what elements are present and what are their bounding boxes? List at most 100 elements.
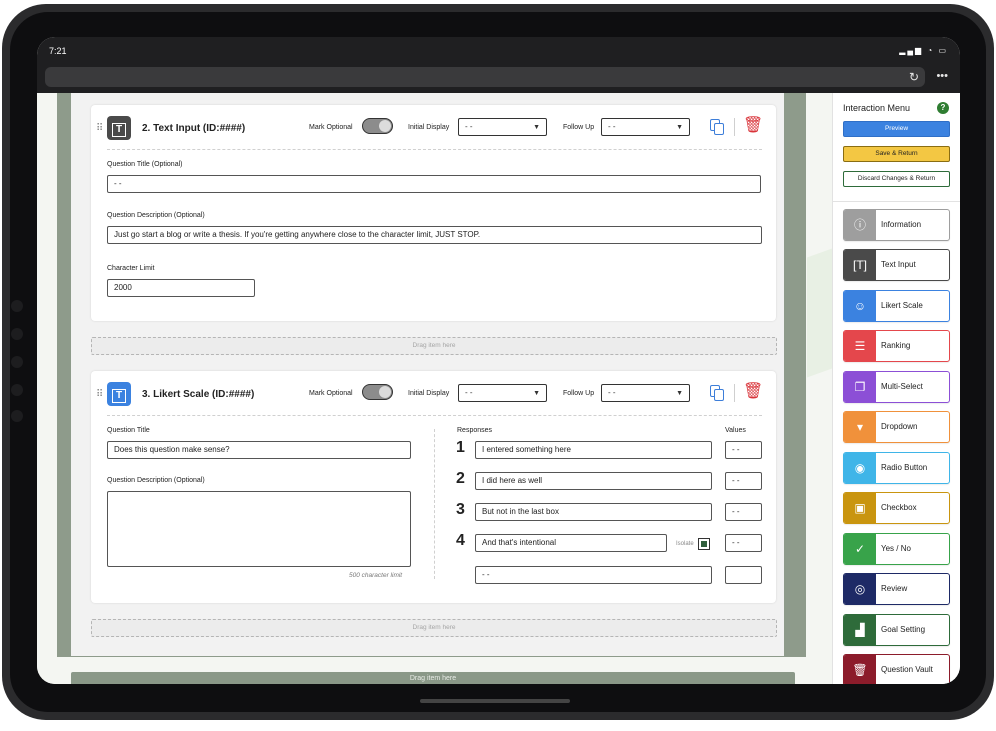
tool-dropdown[interactable]: ▾ Dropdown bbox=[843, 411, 950, 443]
yes-no-icon: ✓ bbox=[844, 534, 876, 564]
tool-text-input[interactable]: [T] Text Input bbox=[843, 249, 950, 281]
drag-handle-icon[interactable]: ⠿ bbox=[96, 123, 103, 134]
preview-button[interactable]: Preview bbox=[843, 121, 950, 137]
question-title: 3. Likert Scale (ID:####) bbox=[142, 389, 255, 400]
divider bbox=[734, 118, 735, 136]
value-input[interactable]: - - bbox=[725, 441, 762, 459]
tool-goal-setting[interactable]: ▟ Goal Setting bbox=[843, 614, 950, 646]
tool-information[interactable]: ⓘ Information bbox=[843, 209, 950, 241]
response-input[interactable]: And that's intentional bbox=[475, 534, 667, 552]
divider bbox=[833, 201, 960, 202]
response-number: 2 bbox=[456, 470, 465, 487]
response-input[interactable]: But not in the last box bbox=[475, 503, 712, 521]
copy-icon[interactable] bbox=[710, 119, 724, 135]
tool-label: Dropdown bbox=[881, 422, 918, 431]
follow-up-value: - - bbox=[608, 388, 616, 397]
tool-radio-button[interactable]: ◉ Radio Button bbox=[843, 452, 950, 484]
mark-optional-toggle[interactable] bbox=[362, 384, 393, 400]
home-indicator bbox=[420, 699, 570, 703]
follow-up-select[interactable]: - - ▼ bbox=[601, 384, 690, 402]
value-input[interactable] bbox=[725, 566, 762, 584]
initial-display-select[interactable]: - - ▼ bbox=[458, 384, 547, 402]
question-title-input[interactable]: - - bbox=[107, 175, 761, 193]
character-limit-hint: 500 character limit bbox=[349, 572, 403, 579]
likert-scale-icon: T bbox=[107, 382, 131, 406]
copy-icon[interactable] bbox=[710, 385, 724, 401]
browser-toolbar: ↻ ••• bbox=[37, 65, 960, 93]
text-input-icon: [T] bbox=[844, 250, 876, 280]
tool-label: Likert Scale bbox=[881, 301, 923, 310]
follow-up-label: Follow Up bbox=[563, 124, 595, 131]
response-input[interactable]: - - bbox=[475, 566, 712, 584]
initial-display-label: Initial Display bbox=[408, 124, 450, 131]
discard-return-button[interactable]: Discard Changes & Return bbox=[843, 171, 950, 187]
screen: 7:21 ▂▄▆ ◔ ▭ ↻ ••• ⠿ T 2. Text Input (ID… bbox=[37, 37, 960, 684]
drop-zone[interactable]: Drag item here bbox=[71, 672, 795, 684]
tool-review[interactable]: ◎ Review bbox=[843, 573, 950, 605]
tool-label: Checkbox bbox=[881, 503, 917, 512]
camera-dot bbox=[11, 328, 23, 340]
vault-icon: 🗑 bbox=[844, 655, 876, 684]
question-card-text-input: ⠿ T 2. Text Input (ID:####) Mark Optiona… bbox=[91, 105, 776, 321]
divider bbox=[734, 384, 735, 402]
mark-optional-toggle[interactable] bbox=[362, 118, 393, 134]
question-description-label: Question Description (Optional) bbox=[107, 212, 205, 219]
multi-select-icon: ❐ bbox=[844, 372, 876, 402]
follow-up-value: - - bbox=[608, 122, 616, 131]
value-input[interactable]: - - bbox=[725, 503, 762, 521]
tool-checkbox[interactable]: ▣ Checkbox bbox=[843, 492, 950, 524]
reload-icon[interactable]: ↻ bbox=[909, 70, 919, 84]
save-return-button[interactable]: Save & Return bbox=[843, 146, 950, 162]
background-decoration bbox=[807, 228, 832, 378]
checkbox-icon: ▣ bbox=[844, 493, 876, 523]
value-input[interactable]: - - bbox=[725, 472, 762, 490]
tool-label: Review bbox=[881, 584, 908, 593]
response-number: 3 bbox=[456, 501, 465, 518]
response-input[interactable]: I did here as well bbox=[475, 472, 712, 490]
question-title-input[interactable]: Does this question make sense? bbox=[107, 441, 411, 459]
mark-optional-label: Mark Optional bbox=[309, 390, 353, 397]
toggle-knob bbox=[379, 386, 391, 398]
ranking-icon: ☰ bbox=[844, 331, 876, 361]
camera-dot bbox=[11, 384, 23, 396]
response-input[interactable]: I entered something here bbox=[475, 441, 712, 459]
trash-icon[interactable]: 🗑 bbox=[743, 118, 763, 134]
review-icon: ◎ bbox=[844, 574, 876, 604]
tool-label: Radio Button bbox=[881, 463, 928, 472]
tool-label: Multi-Select bbox=[881, 382, 923, 391]
drop-zone[interactable]: Drag item here bbox=[91, 619, 777, 637]
trash-icon[interactable]: 🗑 bbox=[743, 384, 763, 400]
initial-display-label: Initial Display bbox=[408, 390, 450, 397]
question-title-label: Question Title bbox=[107, 427, 150, 434]
value-input[interactable]: - - bbox=[725, 534, 762, 552]
tool-label: Yes / No bbox=[881, 544, 911, 553]
drop-zone[interactable]: Drag item here bbox=[91, 337, 777, 355]
tool-multi-select[interactable]: ❐ Multi-Select bbox=[843, 371, 950, 403]
follow-up-select[interactable]: - - ▼ bbox=[601, 118, 690, 136]
dropdown-icon: ▾ bbox=[844, 412, 876, 442]
chevron-down-icon: ▼ bbox=[676, 124, 683, 131]
drag-handle-icon[interactable]: ⠿ bbox=[96, 389, 103, 400]
tool-question-vault[interactable]: 🗑 Question Vault bbox=[843, 654, 950, 684]
radio-icon: ◉ bbox=[844, 453, 876, 483]
question-title-label: Question Title (Optional) bbox=[107, 161, 183, 168]
question-description-input[interactable]: Just go start a blog or write a thesis. … bbox=[107, 226, 762, 244]
tool-label: Text Input bbox=[881, 260, 916, 269]
tool-yes-no[interactable]: ✓ Yes / No bbox=[843, 533, 950, 565]
chevron-down-icon: ▼ bbox=[533, 124, 540, 131]
tool-ranking[interactable]: ☰ Ranking bbox=[843, 330, 950, 362]
url-bar[interactable]: ↻ bbox=[45, 67, 925, 87]
character-limit-input[interactable]: 2000 bbox=[107, 279, 255, 297]
more-icon[interactable]: ••• bbox=[936, 70, 948, 82]
tool-likert-scale[interactable]: ☺ Likert Scale bbox=[843, 290, 950, 322]
chevron-down-icon: ▼ bbox=[676, 390, 683, 397]
question-description-textarea[interactable] bbox=[107, 491, 411, 567]
help-icon[interactable]: ? bbox=[937, 102, 949, 114]
initial-display-select[interactable]: - - ▼ bbox=[458, 118, 547, 136]
camera-dot bbox=[11, 410, 23, 422]
divider bbox=[434, 429, 435, 579]
camera-dot bbox=[11, 356, 23, 368]
tool-label: Goal Setting bbox=[881, 625, 926, 634]
tool-label: Information bbox=[881, 220, 922, 229]
isolate-checkbox[interactable] bbox=[698, 538, 710, 550]
